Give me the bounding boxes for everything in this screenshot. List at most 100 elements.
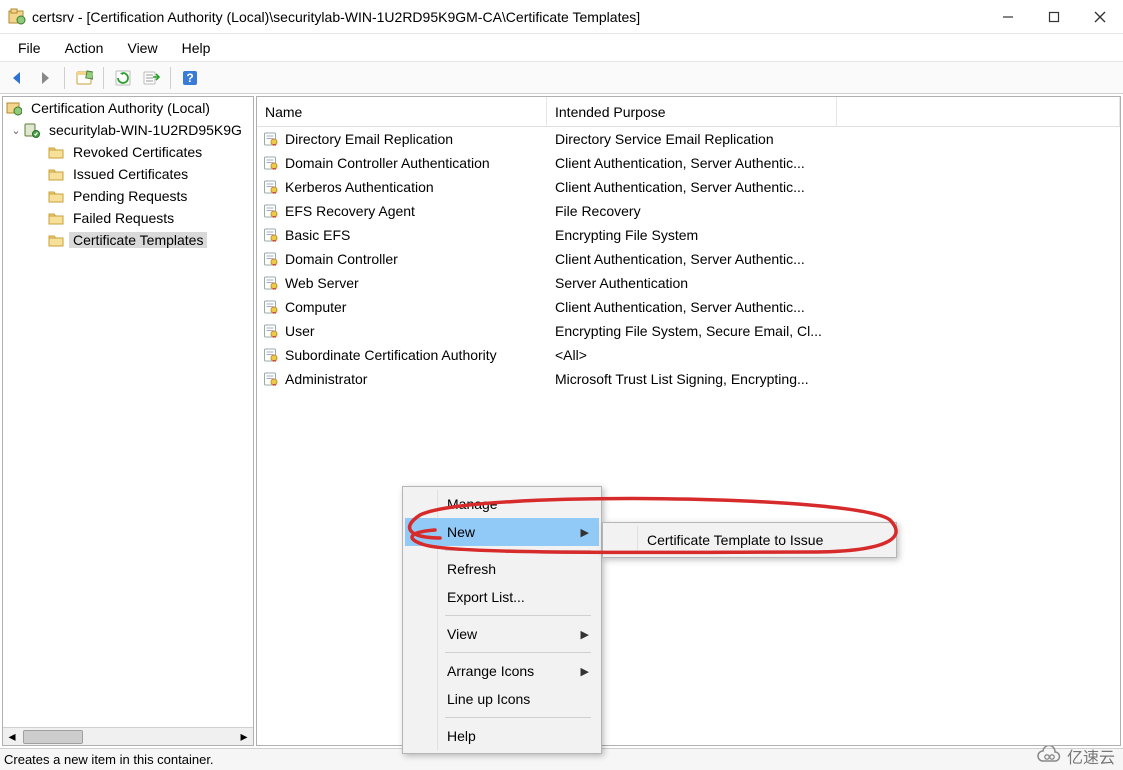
- list-item-purpose: Client Authentication, Server Authentic.…: [547, 251, 837, 267]
- scrollbar-thumb[interactable]: [23, 730, 83, 744]
- column-header-purpose[interactable]: Intended Purpose: [547, 97, 837, 126]
- tree-pane[interactable]: Certification Authority (Local) ⌄ securi…: [2, 96, 254, 746]
- titlebar: certsrv - [Certification Authority (Loca…: [0, 0, 1123, 34]
- submenu-arrow-icon: ▶: [581, 526, 589, 539]
- certificate-template-icon: [261, 227, 281, 243]
- svg-text:?: ?: [186, 71, 193, 85]
- folder-icon: [47, 144, 65, 160]
- context-submenu: Certificate Template to Issue: [602, 522, 897, 558]
- list-item[interactable]: Web ServerServer Authentication: [257, 271, 1120, 295]
- list-item-purpose: Client Authentication, Server Authentic.…: [547, 155, 837, 171]
- ca-root-icon: [5, 100, 23, 116]
- tree-node[interactable]: Revoked Certificates: [3, 141, 253, 163]
- maximize-button[interactable]: [1031, 0, 1077, 34]
- forward-button[interactable]: [32, 65, 58, 91]
- list-item[interactable]: Subordinate Certification Authority<All>: [257, 343, 1120, 367]
- list-item[interactable]: Domain Controller AuthenticationClient A…: [257, 151, 1120, 175]
- list-item[interactable]: Directory Email ReplicationDirectory Ser…: [257, 127, 1120, 151]
- certificate-template-icon: [261, 371, 281, 387]
- context-menu-item[interactable]: Manage: [405, 490, 599, 518]
- context-submenu-item[interactable]: Certificate Template to Issue: [605, 526, 894, 554]
- context-menu-item-label: Refresh: [447, 561, 496, 577]
- context-menu-item[interactable]: Help: [405, 722, 599, 750]
- list-item-purpose: Server Authentication: [547, 275, 837, 291]
- toolbar-separator: [170, 67, 171, 89]
- certificate-template-icon: [261, 299, 281, 315]
- tree-node-label: Certificate Templates: [73, 232, 203, 248]
- tree-ca-label: securitylab-WIN-1U2RD95K9G: [49, 122, 242, 138]
- context-menu-item[interactable]: Arrange Icons▶: [405, 657, 599, 685]
- tree-node[interactable]: Issued Certificates: [3, 163, 253, 185]
- list-item-name: Computer: [281, 299, 547, 315]
- context-menu-item[interactable]: Line up Icons: [405, 685, 599, 713]
- context-menu-item[interactable]: Refresh: [405, 555, 599, 583]
- list-item-purpose: Microsoft Trust List Signing, Encrypting…: [547, 371, 837, 387]
- context-menu-item-label: View: [447, 626, 477, 642]
- list-item[interactable]: UserEncrypting File System, Secure Email…: [257, 319, 1120, 343]
- context-menu-item[interactable]: New▶: [405, 518, 599, 546]
- list-item-purpose: Client Authentication, Server Authentic.…: [547, 299, 837, 315]
- menu-view[interactable]: View: [115, 38, 169, 58]
- menu-help[interactable]: Help: [170, 38, 223, 58]
- scrollbar-left-arrow-icon[interactable]: ◂: [3, 728, 21, 746]
- show-hide-tree-button[interactable]: [71, 65, 97, 91]
- list-item-name: Administrator: [281, 371, 547, 387]
- tree-ca-node[interactable]: ⌄ securitylab-WIN-1U2RD95K9G: [3, 119, 253, 141]
- refresh-button[interactable]: [110, 65, 136, 91]
- list-item-purpose: File Recovery: [547, 203, 837, 219]
- export-list-button[interactable]: [138, 65, 164, 91]
- close-button[interactable]: [1077, 0, 1123, 34]
- column-header-blank[interactable]: [837, 97, 1120, 126]
- list-item-name: Domain Controller: [281, 251, 547, 267]
- list-item-name: Basic EFS: [281, 227, 547, 243]
- minimize-button[interactable]: [985, 0, 1031, 34]
- menu-action[interactable]: Action: [53, 38, 116, 58]
- list-vertical-scrollbar[interactable]: [1114, 97, 1120, 745]
- list-item[interactable]: Basic EFSEncrypting File System: [257, 223, 1120, 247]
- list-item-purpose: Encrypting File System: [547, 227, 837, 243]
- tree-node[interactable]: Failed Requests: [3, 207, 253, 229]
- tree-node[interactable]: Pending Requests: [3, 185, 253, 207]
- list-item[interactable]: AdministratorMicrosoft Trust List Signin…: [257, 367, 1120, 391]
- context-menu-separator: [445, 652, 591, 653]
- submenu-arrow-icon: ▶: [581, 665, 589, 678]
- folder-icon: [47, 166, 65, 182]
- certificate-template-icon: [261, 323, 281, 339]
- list-item[interactable]: Domain ControllerClient Authentication, …: [257, 247, 1120, 271]
- toolbar-separator: [64, 67, 65, 89]
- tree-root[interactable]: Certification Authority (Local): [3, 97, 253, 119]
- folder-icon: [47, 188, 65, 204]
- context-menu-item[interactable]: Export List...: [405, 583, 599, 611]
- list-item[interactable]: ComputerClient Authentication, Server Au…: [257, 295, 1120, 319]
- cloud-icon: [1035, 746, 1063, 766]
- tree-horizontal-scrollbar[interactable]: ◂ ▸: [3, 727, 253, 745]
- list-item[interactable]: EFS Recovery AgentFile Recovery: [257, 199, 1120, 223]
- statusbar-text: Creates a new item in this container.: [4, 752, 214, 767]
- scrollbar-right-arrow-icon[interactable]: ▸: [235, 728, 253, 746]
- tree-node-label: Pending Requests: [73, 188, 187, 204]
- menu-file[interactable]: File: [6, 38, 53, 58]
- list-item[interactable]: Kerberos AuthenticationClient Authentica…: [257, 175, 1120, 199]
- toolbar: ?: [0, 62, 1123, 94]
- column-header-name[interactable]: Name: [257, 97, 547, 126]
- context-menu-separator: [445, 615, 591, 616]
- folder-icon: [47, 210, 65, 226]
- list-item-name: Directory Email Replication: [281, 131, 547, 147]
- list-pane[interactable]: Name Intended Purpose Directory Email Re…: [256, 96, 1121, 746]
- expand-toggle-icon[interactable]: ⌄: [9, 124, 23, 137]
- menubar: File Action View Help: [0, 34, 1123, 62]
- help-button[interactable]: ?: [177, 65, 203, 91]
- context-submenu-item-label: Certificate Template to Issue: [647, 532, 823, 548]
- certificate-template-icon: [261, 131, 281, 147]
- tree-root-label: Certification Authority (Local): [31, 100, 210, 116]
- list-header: Name Intended Purpose: [257, 97, 1120, 127]
- tree-node[interactable]: Certificate Templates: [3, 229, 253, 251]
- folder-icon: [47, 232, 65, 248]
- back-button[interactable]: [4, 65, 30, 91]
- context-menu-item-label: Line up Icons: [447, 691, 530, 707]
- context-menu-item[interactable]: View▶: [405, 620, 599, 648]
- window-title: certsrv - [Certification Authority (Loca…: [32, 9, 985, 25]
- certificate-template-icon: [261, 275, 281, 291]
- context-menu-separator: [445, 717, 591, 718]
- list-item-name: User: [281, 323, 547, 339]
